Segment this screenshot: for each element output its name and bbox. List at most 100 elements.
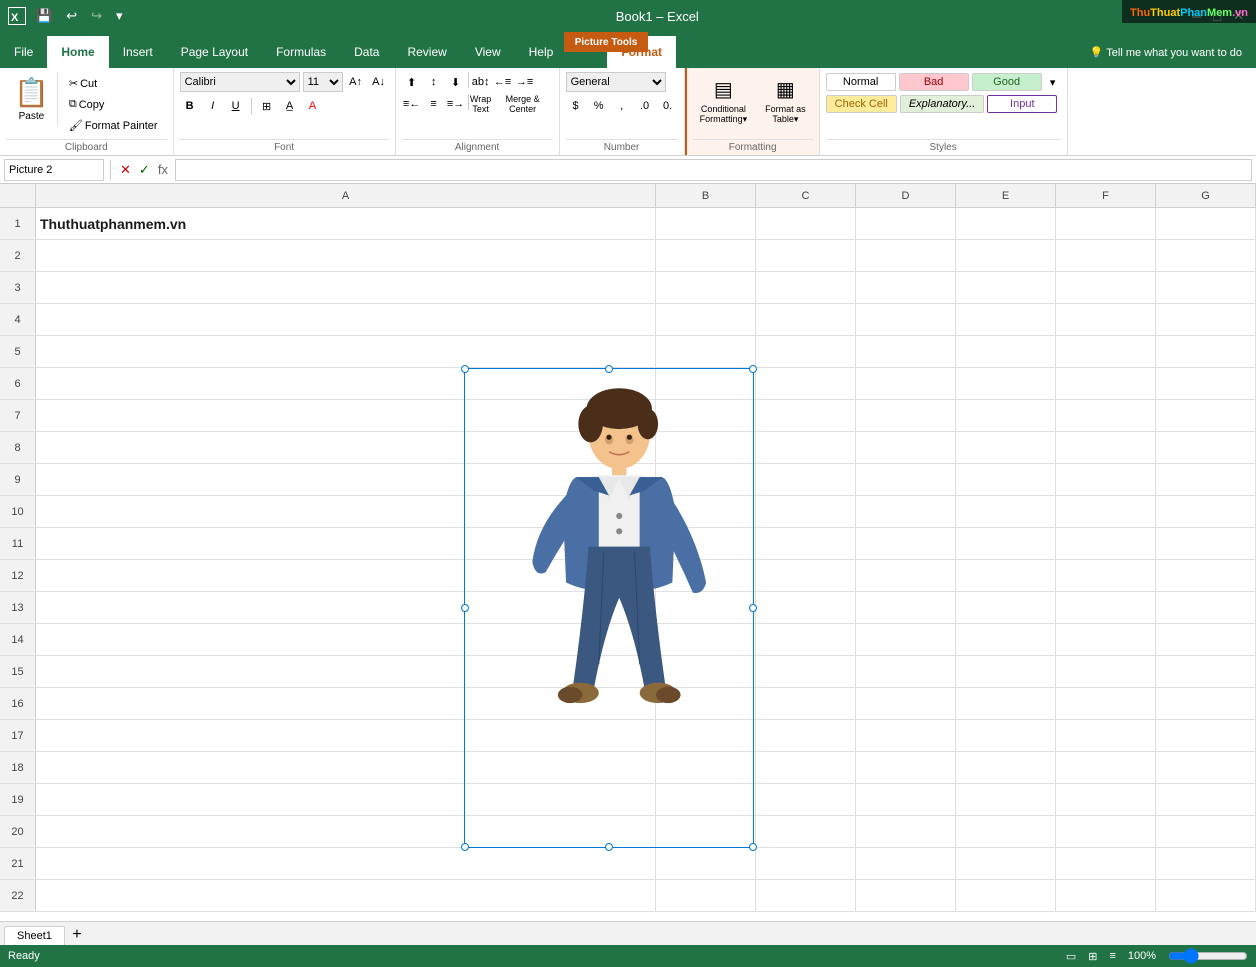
resize-handle-tl[interactable]	[461, 365, 469, 373]
save-button[interactable]: 💾	[32, 6, 56, 26]
styles-row1: Normal Bad Good ▾	[826, 72, 1061, 92]
merge-center-button[interactable]: Merge & Center	[493, 94, 553, 114]
align-right-button[interactable]: ≡→	[446, 94, 466, 114]
page-layout-view-button[interactable]: ⊞	[1088, 950, 1097, 963]
format-painter-label: Format Painter	[85, 120, 158, 132]
style-explanatory[interactable]: Explanatory...	[900, 95, 984, 113]
col-header-e[interactable]: E	[956, 184, 1056, 208]
formula-input[interactable]	[175, 159, 1252, 181]
style-normal[interactable]: Normal	[826, 73, 896, 91]
tab-formulas[interactable]: Formulas	[262, 36, 340, 68]
font-name-select[interactable]: Calibri	[180, 72, 300, 92]
cell-b1[interactable]	[656, 208, 756, 239]
copy-button[interactable]: ⧉ Copy	[64, 95, 163, 114]
align-middle-button[interactable]: ↕	[424, 72, 444, 92]
resize-handle-bm[interactable]	[605, 843, 613, 851]
add-sheet-button[interactable]: +	[67, 925, 87, 945]
conditional-formatting-button[interactable]: ▤ ConditionalFormatting▾	[693, 72, 755, 130]
cell-a1[interactable]: Thuthuatphanmem.vn	[36, 208, 656, 239]
align-bottom-button[interactable]: ⬇	[446, 72, 466, 92]
tab-home[interactable]: Home	[47, 36, 108, 68]
tab-insert[interactable]: Insert	[109, 36, 167, 68]
underline-button[interactable]: U	[226, 96, 246, 116]
paste-button[interactable]: 📋 Paste	[6, 72, 58, 126]
indent-increase-button[interactable]: →≡	[515, 72, 535, 92]
style-input[interactable]: Input	[987, 95, 1057, 113]
undo-button[interactable]: ↩	[62, 6, 81, 26]
percent-button[interactable]: %	[589, 96, 609, 116]
zoom-level: 100%	[1128, 950, 1156, 962]
col-header-a[interactable]: A	[36, 184, 656, 208]
text-direction-button[interactable]: ab↕	[471, 72, 491, 92]
align-left-button[interactable]: ≡←	[402, 94, 422, 114]
tab-data[interactable]: Data	[340, 36, 393, 68]
style-good[interactable]: Good	[972, 73, 1042, 91]
cell-f1[interactable]	[1056, 208, 1156, 239]
format-as-table-button[interactable]: ▦ Format asTable▾	[758, 72, 813, 130]
sheet-tab-1[interactable]: Sheet1	[4, 926, 65, 945]
resize-handle-ml[interactable]	[461, 604, 469, 612]
tab-help[interactable]: Help	[515, 36, 568, 68]
cut-button[interactable]: ✂ Cut	[64, 74, 163, 93]
decrease-decimal-button[interactable]: 0.	[658, 96, 678, 116]
tell-me-input[interactable]: 💡 Tell me what you want to do	[1076, 36, 1256, 68]
clipboard-content: 📋 Paste ✂ Cut ⧉ Copy 🖌 Format Painter	[6, 72, 167, 139]
resize-handle-mr[interactable]	[749, 604, 757, 612]
name-box[interactable]: Picture 2	[4, 159, 104, 181]
indent-decrease-button[interactable]: ←≡	[493, 72, 513, 92]
resize-handle-tr[interactable]	[749, 365, 757, 373]
align-top-button[interactable]: ⬆	[402, 72, 422, 92]
font-size-select[interactable]: 11	[303, 72, 343, 92]
styles-more-button[interactable]: ▾	[1045, 72, 1061, 92]
resize-handle-bl[interactable]	[461, 843, 469, 851]
resize-handle-br[interactable]	[749, 843, 757, 851]
normal-view-button[interactable]: ▭	[1066, 950, 1076, 963]
tab-file[interactable]: File	[0, 36, 47, 68]
picture-2[interactable]	[464, 368, 754, 848]
formula-function-button[interactable]: fx	[155, 162, 171, 177]
ribbon-group-clipboard: 📋 Paste ✂ Cut ⧉ Copy 🖌 Format Painter Cl…	[0, 68, 174, 155]
alignment-content: ⬆ ↕ ⬇ ab↕ ←≡ →≡ ≡← ≡ ≡→ Wrap Text Merge …	[402, 72, 553, 139]
formula-confirm-button[interactable]: ✓	[136, 162, 153, 178]
font-group-label: Font	[180, 139, 389, 155]
wrap-text-button[interactable]: Wrap Text	[471, 94, 491, 114]
decrease-font-button[interactable]: A↓	[369, 72, 389, 92]
table-row: 21	[0, 848, 1256, 880]
col-header-b[interactable]: B	[656, 184, 756, 208]
font-color-button[interactable]: A	[303, 96, 323, 116]
formula-cancel-button[interactable]: ✕	[117, 162, 134, 178]
cell-g1[interactable]	[1156, 208, 1256, 239]
resize-handle-tm[interactable]	[605, 365, 613, 373]
italic-button[interactable]: I	[203, 96, 223, 116]
fill-color-button[interactable]: A̲	[280, 96, 300, 116]
tab-pagelayout[interactable]: Page Layout	[167, 36, 262, 68]
number-format-select[interactable]: General	[566, 72, 666, 92]
format-painter-button[interactable]: 🖌 Format Painter	[64, 116, 163, 135]
table-row: 4	[0, 304, 1256, 336]
border-button[interactable]: ⊞	[257, 96, 277, 116]
currency-button[interactable]: $	[566, 96, 586, 116]
zoom-slider[interactable]	[1168, 948, 1248, 964]
comma-button[interactable]: ,	[612, 96, 632, 116]
col-header-c[interactable]: C	[756, 184, 856, 208]
increase-decimal-button[interactable]: .0	[635, 96, 655, 116]
conditional-formatting-label: ConditionalFormatting▾	[700, 104, 748, 125]
cell-d1[interactable]	[856, 208, 956, 239]
cell-e1[interactable]	[956, 208, 1056, 239]
bold-button[interactable]: B	[180, 96, 200, 116]
increase-font-button[interactable]: A↑	[346, 72, 366, 92]
col-header-g[interactable]: G	[1156, 184, 1256, 208]
customize-qat-button[interactable]: ▾	[112, 6, 127, 26]
cell-c1[interactable]	[756, 208, 856, 239]
tab-view[interactable]: View	[461, 36, 515, 68]
page-break-view-button[interactable]: ≡	[1109, 950, 1115, 962]
style-bad[interactable]: Bad	[899, 73, 969, 91]
align-center-button[interactable]: ≡	[424, 94, 444, 114]
number-content: General $ % , .0 0.	[566, 72, 678, 139]
col-header-d[interactable]: D	[856, 184, 956, 208]
status-ready: Ready	[8, 950, 40, 962]
tab-review[interactable]: Review	[393, 36, 460, 68]
redo-button[interactable]: ↪	[87, 6, 106, 26]
style-check-cell[interactable]: Check Cell	[826, 95, 897, 113]
col-header-f[interactable]: F	[1056, 184, 1156, 208]
